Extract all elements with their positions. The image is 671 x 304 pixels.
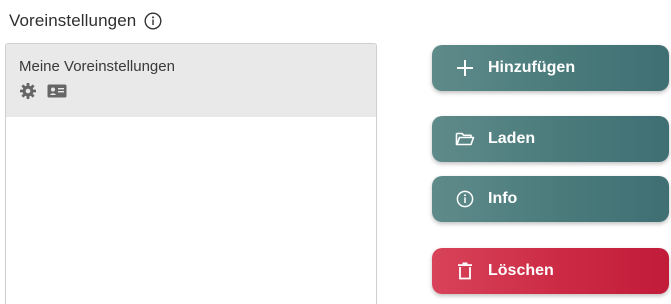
info-button-label: Info: [488, 190, 518, 207]
trash-icon: [454, 260, 476, 282]
load-button-label: Laden: [488, 130, 536, 147]
gear-icon: [19, 82, 37, 105]
delete-button[interactable]: Löschen: [432, 248, 669, 294]
presets-window: Voreinstellungen Meine Voreinstellungen: [0, 0, 671, 304]
plus-icon: [454, 57, 476, 79]
list-item[interactable]: Meine Voreinstellungen: [6, 44, 376, 117]
preset-name: Meine Voreinstellungen: [19, 58, 175, 75]
add-button[interactable]: Hinzufügen: [432, 45, 669, 91]
info-circle-icon: [454, 188, 476, 210]
folder-open-icon: [454, 128, 476, 150]
preset-item-icons: [19, 82, 376, 105]
page-title: Voreinstellungen: [9, 11, 137, 30]
info-button[interactable]: Info: [432, 176, 669, 222]
presets-header: Voreinstellungen: [9, 10, 162, 32]
presets-list: Meine Voreinstellungen: [5, 43, 377, 304]
delete-button-label: Löschen: [488, 262, 554, 279]
load-button[interactable]: Laden: [432, 116, 669, 162]
id-card-icon: [47, 83, 67, 104]
info-circle-icon[interactable]: [144, 12, 162, 30]
add-button-label: Hinzufügen: [488, 59, 576, 76]
